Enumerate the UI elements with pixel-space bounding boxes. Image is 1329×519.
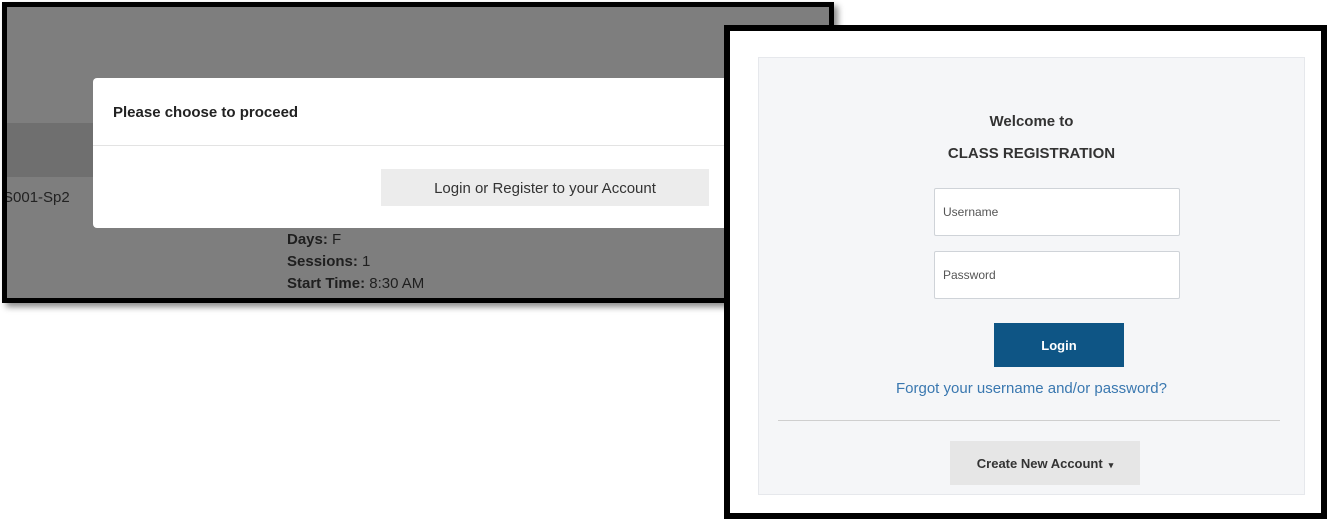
course-details: Days: F Sessions: 1 Start Time: 8:30 AM — [287, 229, 424, 295]
password-input[interactable] — [934, 251, 1180, 299]
create-new-account-button[interactable]: Create New Account ▾ — [950, 441, 1140, 485]
create-account-label: Create New Account — [976, 455, 1103, 471]
right-screenshot-panel: Welcome to CLASS REGISTRATION Login Forg… — [724, 25, 1327, 519]
days-label: Days: — [287, 231, 333, 248]
app-title: CLASS REGISTRATION — [947, 145, 1116, 162]
sessions-value: 1 — [362, 253, 371, 270]
sessions-label: Sessions: — [287, 253, 363, 270]
forgot-credentials-link[interactable]: Forgot your username and/or password? — [759, 380, 1304, 397]
caret-down-icon: ▾ — [1108, 459, 1114, 470]
modal-divider — [93, 145, 773, 146]
login-or-register-button[interactable]: Login or Register to your Account — [381, 169, 709, 206]
days-value: F — [332, 231, 342, 248]
username-input[interactable] — [934, 188, 1180, 236]
course-code: S001-Sp2 — [3, 189, 70, 206]
days-row: Days: F — [287, 229, 424, 251]
login-button[interactable]: Login — [994, 323, 1124, 367]
login-card: Welcome to CLASS REGISTRATION Login Forg… — [758, 57, 1305, 495]
left-screenshot-panel: S001-Sp2 Days: F Sessions: 1 Start Time:… — [2, 2, 834, 303]
modal-title: Please choose to proceed — [113, 104, 299, 121]
start-time-value: 8:30 AM — [369, 275, 425, 292]
start-time-row: Start Time: 8:30 AM — [287, 273, 424, 295]
start-time-label: Start Time: — [287, 275, 370, 292]
proceed-modal: Please choose to proceed Login or Regist… — [93, 78, 773, 228]
sessions-row: Sessions: 1 — [287, 251, 424, 273]
welcome-line: Welcome to — [989, 113, 1074, 130]
card-divider — [778, 420, 1280, 421]
